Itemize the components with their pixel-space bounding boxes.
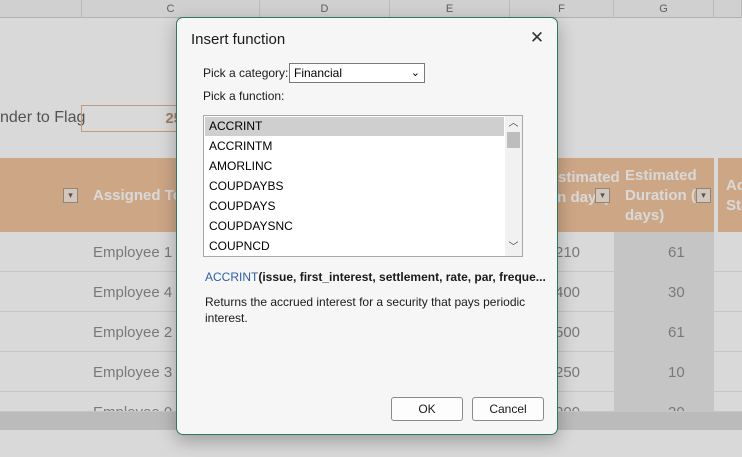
category-select[interactable]: Financial ⌄ (289, 63, 425, 83)
scrollbar-thumb[interactable] (507, 132, 520, 148)
function-help-link[interactable]: ACCRINT (205, 270, 258, 284)
category-value: Financial (294, 66, 343, 80)
list-scrollbar[interactable]: ︿ ﹀ (505, 116, 522, 256)
list-item[interactable]: ACCRINTM (205, 137, 504, 156)
list-item[interactable]: COUPDAYSNC (205, 217, 504, 236)
list-item-accrint[interactable]: ACCRINT (205, 117, 504, 136)
cancel-button[interactable]: Cancel (472, 397, 544, 421)
list-item[interactable]: COUPNCD (205, 237, 504, 256)
list-item[interactable]: COUPDAYBS (205, 177, 504, 196)
function-description: Returns the accrued interest for a secur… (205, 295, 526, 325)
dialog-title: Insert function (191, 31, 286, 48)
category-label: Pick a category: (203, 66, 289, 80)
list-item[interactable]: AMORLINC (205, 157, 504, 176)
chevron-up-icon[interactable]: ︿ (505, 116, 522, 132)
function-label: Pick a function: (203, 89, 285, 103)
insert-function-dialog: Insert function ✕ Pick a category: Finan… (176, 17, 558, 435)
function-signature: ACCRINT(issue, first_interest, settlemen… (205, 270, 546, 284)
ok-button[interactable]: OK (391, 397, 463, 421)
chevron-down-icon[interactable]: ﹀ (505, 240, 522, 256)
list-item[interactable]: COUPDAYS (205, 197, 504, 216)
chevron-down-icon: ⌄ (410, 67, 420, 79)
function-list[interactable]: ACCRINT ACCRINTM AMORLINC COUPDAYBS COUP… (203, 115, 523, 257)
close-icon[interactable]: ✕ (526, 27, 548, 49)
function-arguments: (issue, first_interest, settlement, rate… (258, 270, 546, 284)
